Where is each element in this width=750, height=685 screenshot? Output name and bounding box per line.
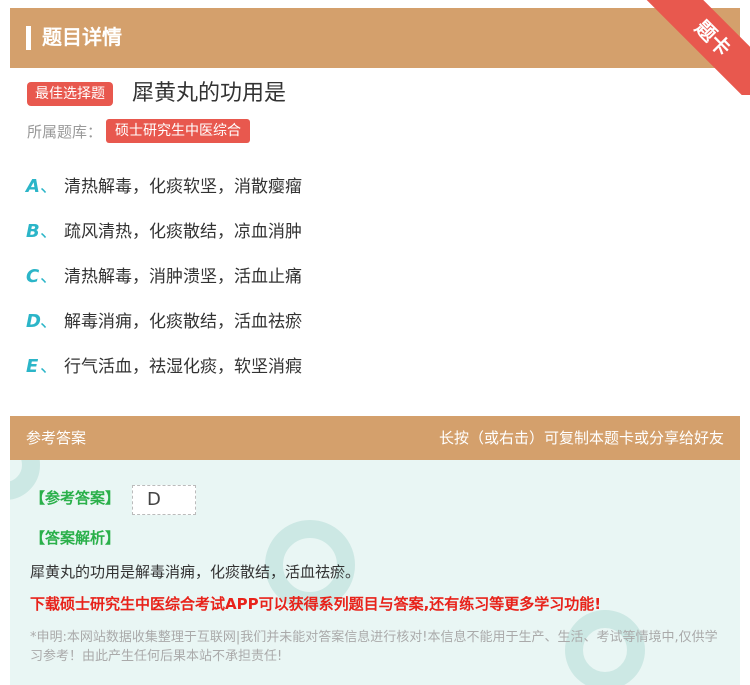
library-label: 所属题库： — [27, 123, 103, 141]
option-separator: 、 — [40, 221, 58, 242]
option-c[interactable]: C 、 清热解毒，消肿溃坚，活血止痛 — [26, 262, 726, 292]
share-hint: 长按（或右击）可复制本题卡或分享给好友 — [438, 429, 724, 447]
answer-panel: 【参考答案】 D 【答案解析】 犀黄丸的功用是解毒消痈，化痰散结，活血祛瘀。 下… — [10, 460, 740, 685]
app-download-promo[interactable]: 下载硕士研究生中医综合考试APP可以获得系列题目与答案,还有练习等更多学习功能! — [30, 592, 601, 616]
reference-answer-value: D — [132, 485, 196, 515]
option-letter: E — [26, 356, 39, 377]
option-letter: D — [26, 311, 41, 332]
detail-header: 题目详情 — [10, 8, 740, 68]
option-text: 清热解毒，消肿溃坚，活血止痛 — [64, 267, 302, 287]
option-separator: 、 — [40, 311, 58, 332]
header-title: 题目详情 — [42, 25, 122, 49]
option-letter: B — [26, 221, 40, 242]
answer-section-label: 参考答案 — [26, 429, 87, 447]
analysis-label: 【答案解析】 — [30, 529, 121, 547]
option-text: 解毒消痈，化痰散结，活血祛瘀 — [64, 312, 302, 332]
option-text: 行气活血，祛湿化痰，软坚消瘕 — [64, 357, 302, 377]
option-separator: 、 — [40, 176, 58, 197]
option-separator: 、 — [40, 356, 58, 377]
analysis-text: 犀黄丸的功用是解毒消痈，化痰散结，活血祛瘀。 — [30, 563, 361, 581]
option-letter: C — [26, 266, 40, 287]
disclaimer-text: *申明:本网站数据收集整理于互联网|我们并未能对答案信息进行核对!本信息不能用于… — [30, 630, 718, 664]
reference-answer-label: 【参考答案】 — [30, 489, 121, 507]
corner-badge: 题卡 — [640, 0, 750, 95]
option-letter: A — [26, 176, 40, 197]
option-d[interactable]: D 、 解毒消痈，化痰散结，活血祛瘀 — [26, 307, 726, 337]
option-separator: 、 — [40, 266, 58, 287]
question-type-badge: 最佳选择题 — [27, 82, 113, 106]
option-a[interactable]: A 、 清热解毒，化痰软坚，消散瘿瘤 — [26, 172, 726, 202]
option-text: 疏风清热，化痰散结，凉血消肿 — [64, 222, 302, 242]
option-e[interactable]: E 、 行气活血，祛湿化痰，软坚消瘕 — [26, 352, 726, 382]
option-text: 清热解毒，化痰软坚，消散瘿瘤 — [64, 177, 302, 197]
option-b[interactable]: B 、 疏风清热，化痰散结，凉血消肿 — [26, 217, 726, 247]
question-title: 犀黄丸的功用是 — [132, 81, 287, 106]
answer-header: 参考答案 长按（或右击）可复制本题卡或分享给好友 — [10, 416, 740, 460]
header-accent-bar — [26, 26, 31, 50]
corner-badge-label: 题卡 — [645, 0, 750, 95]
library-tag[interactable]: 硕士研究生中医综合 — [106, 119, 250, 143]
